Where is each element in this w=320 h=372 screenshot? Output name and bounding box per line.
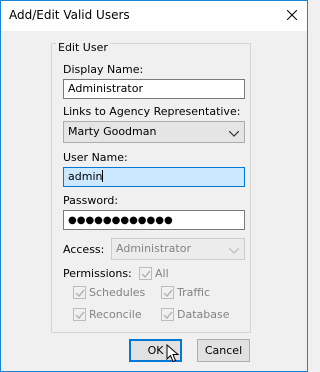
title-bar[interactable]: Add/Edit Valid Users: [1, 1, 307, 31]
agency-rep-value: Marty Goodman: [68, 125, 157, 138]
window-title: Add/Edit Valid Users: [9, 8, 130, 22]
schedules-label: Schedules: [89, 286, 146, 299]
access-dropdown[interactable]: Administrator: [111, 238, 245, 260]
user-name-value: admin: [68, 170, 103, 183]
check-icon: [75, 311, 85, 320]
close-button[interactable]: [277, 1, 307, 31]
check-icon: [163, 289, 173, 298]
reconcile-checkbox[interactable]: [73, 308, 86, 321]
agency-rep-dropdown[interactable]: Marty Goodman: [63, 121, 245, 143]
database-checkbox[interactable]: [161, 308, 174, 321]
permissions-label: Permissions:: [63, 267, 132, 280]
check-icon: [141, 270, 151, 279]
close-icon: [286, 9, 298, 23]
user-name-label: User Name:: [63, 151, 128, 164]
password-field[interactable]: ●●●●●●●●●●●●: [63, 210, 245, 230]
display-name-value: Administrator: [68, 82, 143, 95]
group-legend: Edit User: [56, 41, 110, 54]
display-name-label: Display Name:: [63, 63, 144, 76]
chevron-down-icon: [228, 244, 240, 257]
database-label: Database: [177, 308, 230, 321]
all-checkbox[interactable]: [139, 267, 152, 280]
password-value: ●●●●●●●●●●●●: [68, 215, 173, 226]
check-icon: [75, 289, 85, 298]
schedules-checkbox[interactable]: [73, 286, 86, 299]
password-label: Password:: [63, 194, 119, 207]
chevron-down-icon: [228, 127, 240, 140]
reconcile-label: Reconcile: [89, 308, 142, 321]
agency-rep-label: Links to Agency Representative:: [63, 105, 241, 118]
traffic-checkbox[interactable]: [161, 286, 174, 299]
dialog-window: Add/Edit Valid Users Edit User Display N…: [0, 0, 308, 372]
user-name-field[interactable]: admin: [63, 167, 245, 187]
access-value: Administrator: [116, 242, 191, 255]
all-label: All: [155, 267, 169, 280]
mouse-cursor-icon: [166, 343, 180, 367]
cancel-button[interactable]: Cancel: [197, 339, 250, 362]
display-name-field[interactable]: Administrator: [63, 79, 245, 99]
text-cursor: [102, 170, 104, 182]
traffic-label: Traffic: [177, 286, 211, 299]
access-label: Access:: [63, 243, 105, 256]
check-icon: [163, 311, 173, 320]
